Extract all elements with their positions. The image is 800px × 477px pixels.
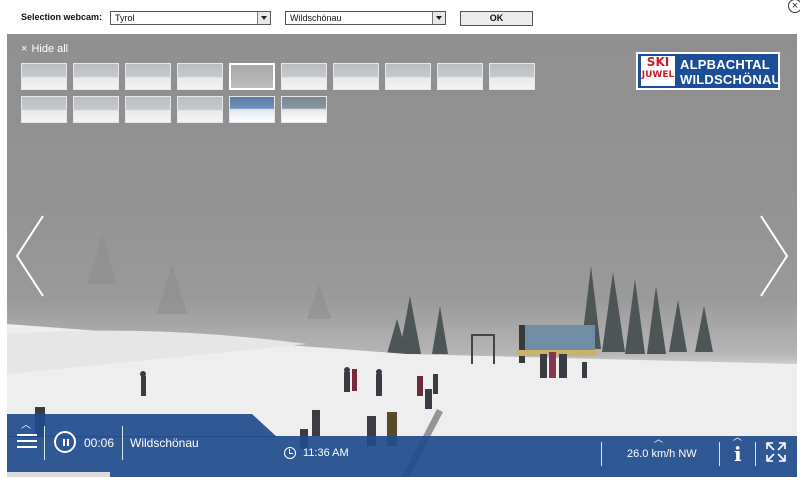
divider	[755, 442, 756, 466]
chevron-down-icon[interactable]	[257, 12, 270, 24]
playback-progress-bar[interactable]	[7, 472, 110, 477]
location-select[interactable]: Wildschönau	[285, 11, 446, 25]
webcam-thumbnail[interactable]	[125, 96, 171, 123]
logo-juwel-text: JUWEL	[641, 70, 675, 80]
pause-icon[interactable]	[54, 431, 76, 453]
webcam-thumbnail-selected[interactable]	[229, 63, 275, 90]
webcam-view[interactable]: × Hide all SKI JUWEL ALPBACHTAL WILDSCHÖN…	[7, 34, 797, 477]
next-arrow-button[interactable]	[759, 214, 789, 298]
region-select-value: Tyrol	[115, 13, 135, 23]
hide-all-toggle[interactable]: × Hide all	[21, 43, 68, 55]
webcam-thumbnail[interactable]	[177, 96, 223, 123]
webcam-thumbnail[interactable]	[385, 63, 431, 90]
chevron-up-icon[interactable]: ︿	[654, 432, 663, 445]
ski-juwel-badge: SKI JUWEL	[641, 56, 675, 86]
logo-line2: WILDSCHÖNAU	[680, 72, 782, 87]
close-icon: ×	[21, 43, 28, 55]
hide-all-label: Hide all	[31, 43, 69, 55]
webcam-thumbnail[interactable]	[125, 63, 171, 90]
region-select[interactable]: Tyrol	[110, 11, 271, 25]
skijuwel-logo: SKI JUWEL ALPBACHTAL WILDSCHÖNAU	[636, 52, 782, 90]
menu-icon[interactable]	[17, 432, 37, 450]
previous-arrow-button[interactable]	[15, 214, 45, 298]
location-name: Wildschönau	[130, 436, 199, 450]
location-select-value: Wildschönau	[290, 13, 342, 23]
panorama-thumbnail[interactable]	[229, 96, 275, 123]
chevron-left-icon	[15, 215, 44, 297]
player-bar-tab	[7, 414, 277, 437]
chevron-up-icon[interactable]: ︿	[21, 416, 31, 431]
logo-ski-text: SKI	[646, 55, 670, 69]
divider	[122, 426, 123, 460]
wind-speed: 26.0 km/h NW	[627, 448, 697, 460]
webcam-thumbnail[interactable]	[21, 63, 67, 90]
webcam-thumbnail[interactable]	[21, 96, 67, 123]
info-icon[interactable]: i	[734, 442, 742, 466]
ok-button[interactable]: OK	[460, 11, 533, 26]
divider	[44, 426, 45, 460]
capture-time: 11:36 AM	[303, 447, 349, 459]
chevron-right-icon	[760, 215, 789, 297]
webcam-selection-bar: Selection webcam: Tyrol Wildschönau OK ×	[0, 0, 800, 34]
webcam-thumbnail[interactable]	[489, 63, 535, 90]
divider	[601, 442, 602, 466]
close-icon[interactable]: ×	[788, 0, 800, 13]
webcam-thumbnail[interactable]	[73, 96, 119, 123]
webcam-thumbnail[interactable]	[333, 63, 379, 90]
chevron-down-icon[interactable]	[432, 12, 445, 24]
selection-webcam-label: Selection webcam:	[21, 12, 103, 22]
fullscreen-icon[interactable]	[765, 441, 787, 463]
divider	[719, 442, 720, 466]
clock-icon	[284, 447, 296, 459]
webcam-thumbnail[interactable]	[437, 63, 483, 90]
elapsed-time: 00:06	[84, 436, 115, 450]
webcam-thumbnail[interactable]	[281, 63, 327, 90]
webcam-thumbnail[interactable]	[73, 63, 119, 90]
logo-line1: ALPBACHTAL	[680, 57, 770, 72]
webcam-thumbnail[interactable]	[177, 63, 223, 90]
panorama-thumbnail[interactable]	[281, 96, 327, 123]
